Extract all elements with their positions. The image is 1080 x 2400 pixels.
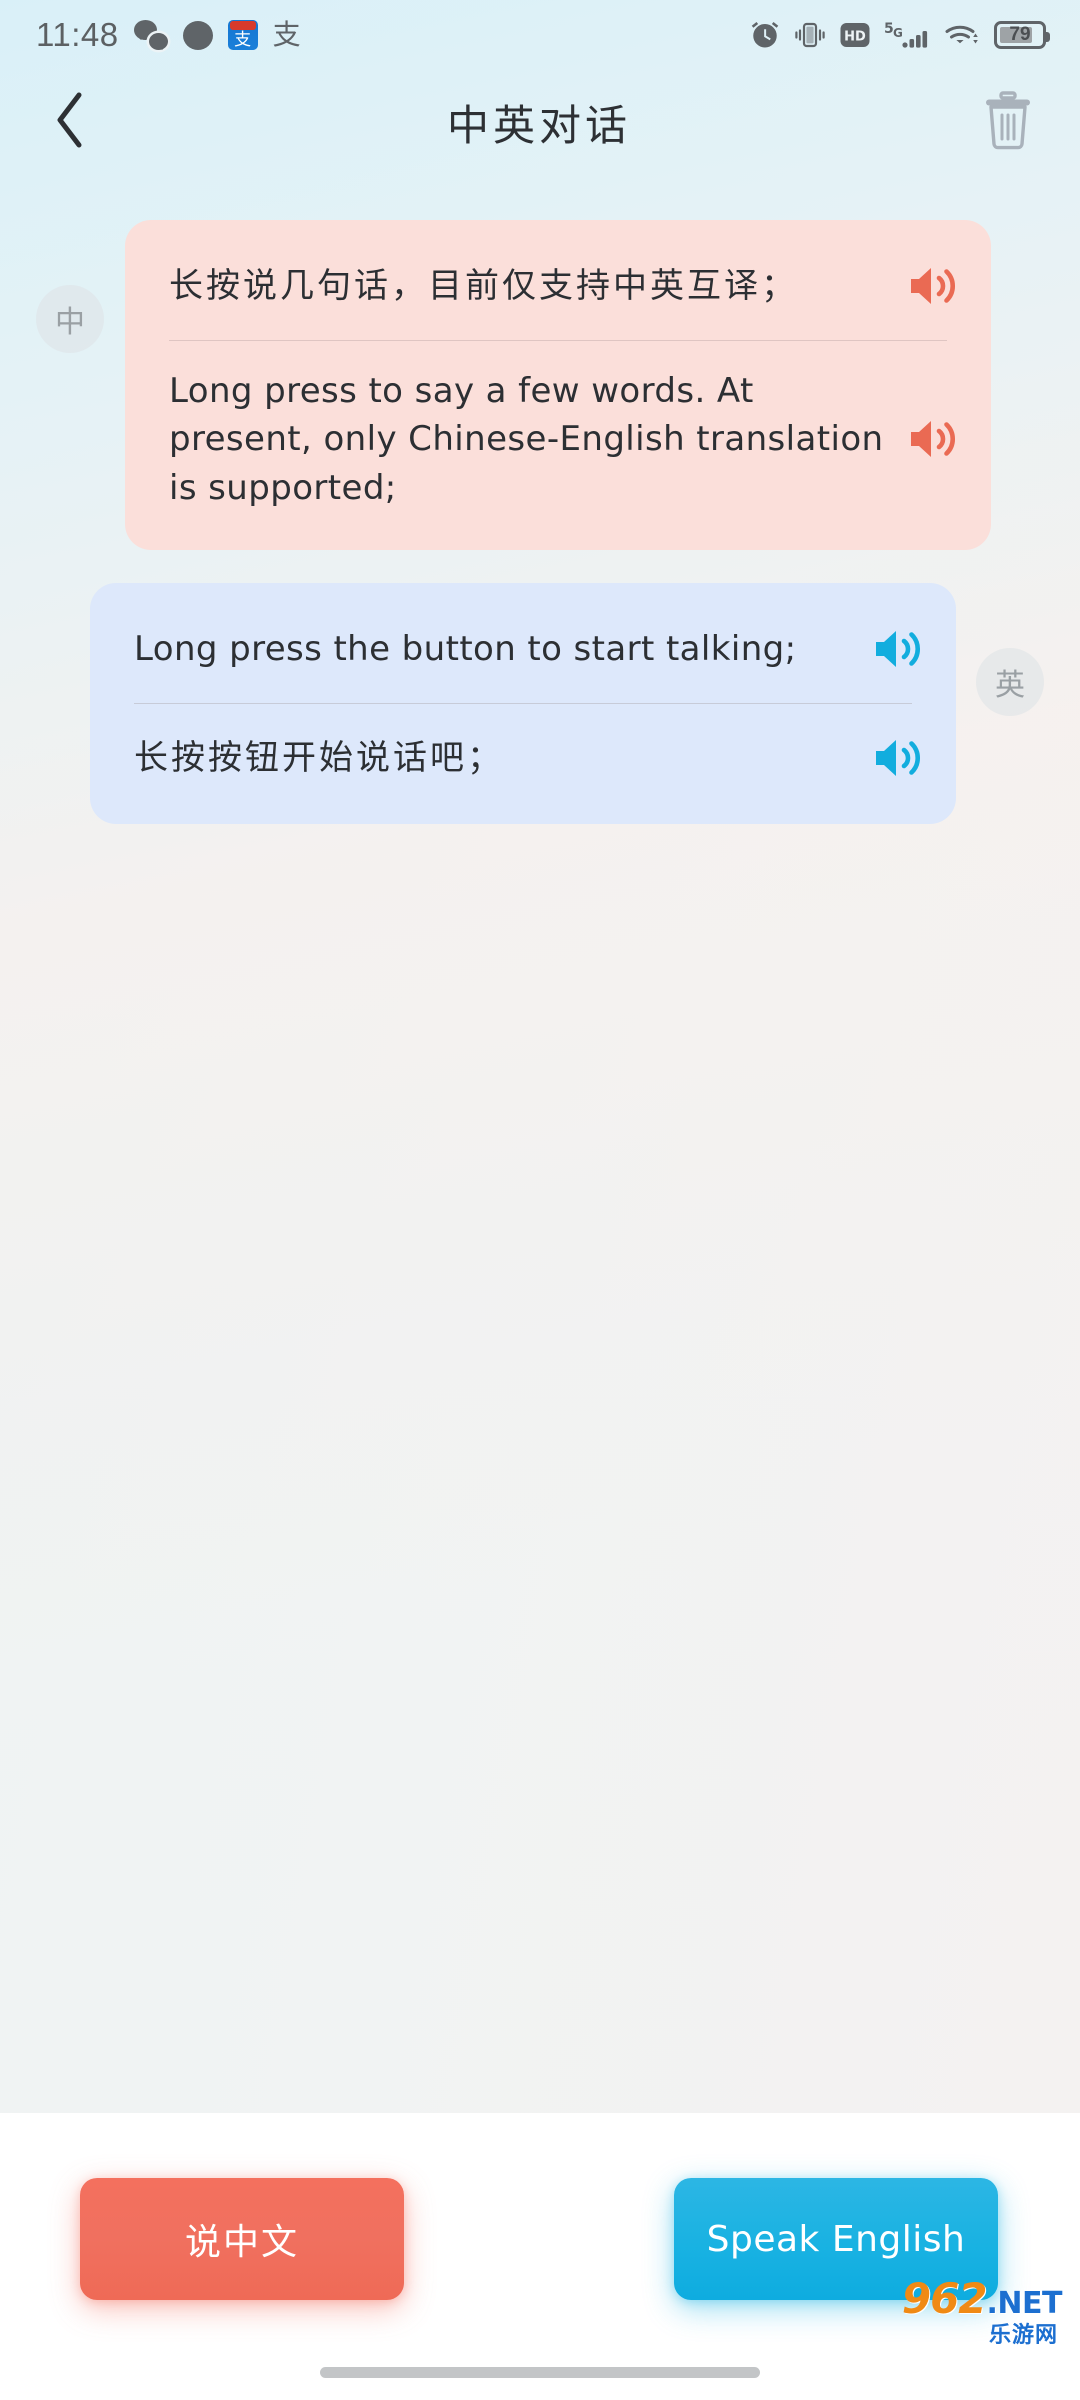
message-text-translation: 长按按钮开始说话吧；	[134, 737, 504, 778]
message-text-source: Long press the button to start talking;	[134, 628, 797, 669]
vibrate-icon	[794, 21, 826, 49]
battery-percent-label: 79	[1009, 24, 1031, 45]
message-line: Long press the button to start talking;	[90, 595, 956, 703]
alipay-text-icon: 支	[272, 19, 301, 50]
speaker-icon[interactable]	[905, 258, 961, 314]
page-title: 中英对话	[446, 101, 631, 150]
message-bubble-chinese[interactable]: 长按说几句话，目前仅支持中英互译； Long press to say a fe…	[125, 220, 991, 550]
message-row: Long press the button to start talking; …	[0, 582, 1080, 824]
status-bar-right: HD 5 G 79	[750, 20, 1050, 50]
chevron-left-icon	[53, 91, 87, 154]
conversation-list[interactable]: 中 长按说几句话，目前仅支持中英互译； Long press to say a …	[0, 175, 1080, 2113]
wifi-icon	[944, 21, 980, 49]
avatar: 英	[976, 647, 1044, 716]
back-button[interactable]	[34, 87, 106, 159]
avatar: 中	[36, 285, 104, 353]
speaker-icon[interactable]	[870, 730, 926, 786]
message-text-source: 长按说几句话，目前仅支持中英互译；	[169, 265, 798, 306]
delete-conversation-button[interactable]	[972, 87, 1044, 159]
message-line: Long press to say a few words. At presen…	[125, 341, 991, 538]
message-line: 长按说几句话，目前仅支持中英互译；	[125, 232, 991, 340]
wechat-icon	[133, 20, 168, 50]
status-bar-left: 11:48 支 支	[36, 16, 301, 54]
chat-bubble-icon	[182, 20, 213, 50]
speak-chinese-button[interactable]: 说中文	[80, 2178, 404, 2300]
5g-signal-icon: 5 G	[884, 20, 930, 50]
trash-icon	[982, 90, 1034, 155]
bottom-action-bar: 说中文 Speak English	[0, 2113, 1080, 2400]
home-indicator[interactable]	[320, 2367, 760, 2378]
battery-icon: 79	[994, 21, 1050, 49]
speak-english-button[interactable]: Speak English	[674, 2178, 998, 2300]
status-bar: 11:48 支 支 HD 5 G 79	[0, 0, 1080, 70]
svg-text:G: G	[893, 26, 903, 40]
speaker-icon[interactable]	[870, 621, 926, 677]
app-root: 11:48 支 支 HD 5 G 79 中英对话 中 长按说几句话，目前仅支持中…	[0, 0, 1080, 2400]
status-clock: 11:48	[36, 16, 119, 53]
message-line: 长按按钮开始说话吧；	[90, 704, 956, 812]
alipay-icon: 支	[227, 20, 258, 50]
alarm-clock-icon	[750, 20, 780, 50]
svg-text:HD: HD	[844, 30, 866, 45]
message-bubble-english[interactable]: Long press the button to start talking; …	[90, 582, 956, 824]
title-bar: 中英对话	[0, 70, 1080, 175]
speaker-icon[interactable]	[905, 411, 961, 467]
message-text-translation: Long press to say a few words. At presen…	[169, 371, 884, 508]
message-row: 中 长按说几句话，目前仅支持中英互译； Long press to say a …	[0, 220, 1080, 550]
hd-icon: HD	[840, 21, 870, 49]
